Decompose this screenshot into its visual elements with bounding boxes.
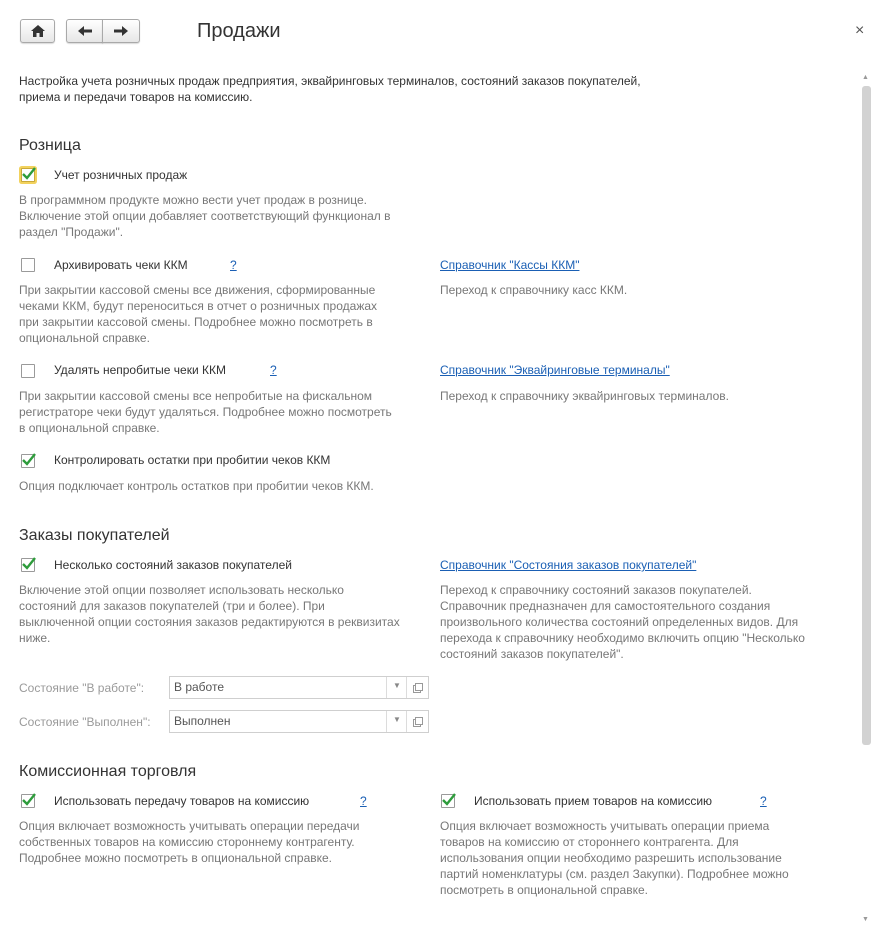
- forward-button[interactable]: [102, 19, 140, 43]
- control-stock-label: Контролировать остатки при пробитии чеко…: [54, 453, 331, 467]
- open-icon: [413, 683, 423, 693]
- commission-transfer-checkbox[interactable]: [21, 793, 36, 808]
- retail-sales-checkbox[interactable]: [21, 167, 36, 182]
- arrow-left-icon: [78, 26, 92, 36]
- multi-states-label: Несколько состояний заказов покупателей: [54, 558, 292, 572]
- in-work-dropdown-button[interactable]: ▼: [386, 677, 406, 698]
- open-icon: [413, 717, 423, 727]
- delete-unpunched-checkbox[interactable]: [21, 364, 35, 378]
- control-stock-hint: Опция подключает контроль остатков при п…: [19, 479, 374, 493]
- acquiring-terminals-link[interactable]: Справочник "Эквайринговые терминалы": [440, 362, 670, 378]
- multi-states-hint: Включение этой опции позволяет использов…: [19, 583, 400, 645]
- control-stock-checkbox[interactable]: [21, 453, 36, 468]
- page-description: Настройка учета розничных продаж предпри…: [19, 74, 641, 104]
- retail-sales-hint: В программном продукте можно вести учет …: [19, 193, 391, 239]
- commission-receive-label: Использовать прием товаров на комиссию: [474, 794, 713, 808]
- done-state-value: Выполнен: [174, 714, 231, 728]
- done-state-label: Состояние "Выполнен":: [19, 715, 151, 729]
- commission-transfer-help-link[interactable]: ?: [360, 793, 367, 809]
- archive-receipts-checkbox[interactable]: [21, 258, 35, 272]
- home-button[interactable]: [20, 19, 55, 43]
- chevron-down-icon: ▼: [393, 681, 401, 690]
- cash-registers-hint: Переход к справочнику касс ККМ.: [440, 283, 628, 297]
- cash-registers-link[interactable]: Справочник "Кассы ККМ": [440, 257, 579, 273]
- done-state-field[interactable]: Выполнен ▼: [169, 710, 429, 733]
- archive-receipts-hint: При закрытии кассовой смены все движения…: [19, 283, 378, 345]
- commission-transfer-label: Использовать передачу товаров на комисси…: [54, 794, 310, 808]
- home-icon: [31, 25, 45, 37]
- in-work-state-label: Состояние "В работе":: [19, 681, 145, 695]
- order-states-link[interactable]: Справочник "Состояния заказов покупателе…: [440, 557, 696, 573]
- checkmark-icon: [22, 167, 36, 180]
- done-open-button[interactable]: [406, 711, 428, 732]
- acquiring-terminals-hint: Переход к справочнику эквайринговых терм…: [440, 389, 729, 403]
- delete-unpunched-help-link[interactable]: ?: [270, 362, 277, 378]
- scroll-up-icon[interactable]: ▲: [862, 74, 869, 81]
- archive-receipts-label: Архивировать чеки ККМ: [54, 258, 188, 272]
- in-work-state-field[interactable]: В работе ▼: [169, 676, 429, 699]
- done-dropdown-button[interactable]: ▼: [386, 711, 406, 732]
- delete-unpunched-hint: При закрытии кассовой смены все непробит…: [19, 389, 392, 435]
- checkmark-icon: [22, 793, 36, 806]
- scrollbar-thumb[interactable]: [862, 86, 871, 745]
- scroll-down-icon[interactable]: ▼: [862, 916, 869, 923]
- in-work-state-value: В работе: [174, 680, 225, 694]
- arrow-right-icon: [114, 26, 128, 36]
- checkmark-icon: [442, 793, 456, 806]
- commission-transfer-hint: Опция включает возможность учитывать опе…: [19, 819, 360, 865]
- back-button[interactable]: [66, 19, 103, 43]
- in-work-open-button[interactable]: [406, 677, 428, 698]
- checkmark-icon: [22, 557, 36, 570]
- archive-receipts-help-link[interactable]: ?: [230, 257, 237, 273]
- section-retail-heading: Розница: [19, 137, 81, 154]
- chevron-down-icon: ▼: [393, 715, 401, 724]
- checkmark-icon: [22, 453, 36, 466]
- section-commission-heading: Комиссионная торговля: [19, 763, 197, 780]
- order-states-hint: Переход к справочнику состояний заказов …: [440, 583, 805, 661]
- commission-receive-checkbox[interactable]: [441, 793, 456, 808]
- delete-unpunched-label: Удалять непробитые чеки ККМ: [54, 363, 226, 377]
- retail-sales-label: Учет розничных продаж: [54, 168, 188, 182]
- commission-receive-hint: Опция включает возможность учитывать опе…: [440, 819, 789, 897]
- multi-states-checkbox[interactable]: [21, 557, 36, 572]
- close-icon[interactable]: ×: [855, 22, 864, 40]
- commission-receive-help-link[interactable]: ?: [760, 793, 767, 809]
- section-orders-heading: Заказы покупателей: [19, 527, 170, 544]
- page-title: Продажи: [197, 20, 281, 42]
